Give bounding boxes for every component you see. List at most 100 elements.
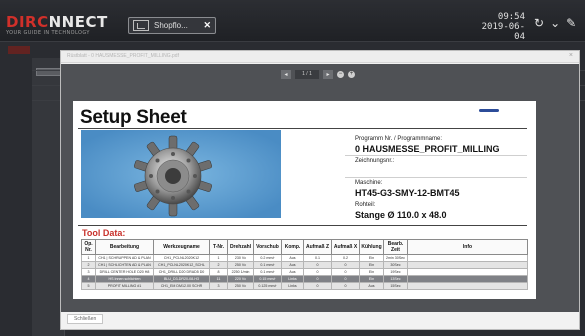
company-logo — [479, 108, 509, 118]
table-cell: CH1 | SCHLICHTEN AD & PLAN — [95, 261, 154, 269]
tool-data-title: Tool Data: — [82, 228, 126, 238]
divider — [78, 225, 527, 226]
column-header: T-Nr. — [209, 239, 228, 255]
part-image — [79, 130, 339, 220]
table-cell: 0.2 mm/r — [253, 254, 282, 262]
raw-material-label: Rohteil: — [355, 202, 376, 208]
table-cell — [407, 275, 528, 283]
chevron-down-icon[interactable]: ⌄ — [550, 16, 560, 30]
table-cell — [407, 261, 528, 269]
clock-time: 09:54 — [497, 12, 525, 22]
clock: 09:54 2019-06-04 — [475, 12, 525, 42]
close-icon[interactable]: ✕ — [203, 20, 211, 31]
table-cell: 8 — [209, 268, 228, 276]
table-cell: 0 — [331, 268, 360, 276]
column-header: Bearb. Zeit — [383, 239, 408, 255]
table-cell: 0 — [331, 275, 360, 283]
modal-header: Rüstblatt - 0 HAUSMESSE_PROFIT_MILLING.p… — [61, 51, 579, 63]
divider — [345, 177, 527, 178]
background-indicator — [8, 46, 30, 54]
divider — [78, 128, 527, 129]
close-icon[interactable]: × — [569, 52, 573, 59]
table-cell: 0 — [303, 268, 332, 276]
table-cell: 230 Vc — [227, 254, 254, 262]
table-cell: 15Sec — [383, 282, 408, 290]
table-cell: Aus — [281, 254, 304, 262]
table-row: 5 PROFIT MILLING #1 CH1_EM DM12.00 SCHR … — [81, 282, 528, 290]
table-cell: CH1_DRILL D20 DRAD5 D0 — [153, 268, 210, 276]
table-cell: 250 Vc — [227, 261, 254, 269]
table-cell: 0 — [303, 275, 332, 283]
table-cell: 0.1 — [303, 254, 332, 262]
table-cell: 3 — [81, 268, 96, 276]
raw-material-value: Stange Ø 110.0 x 48.0 — [355, 210, 447, 220]
column-header: Werkzeugname — [153, 239, 210, 255]
modal-title: Rüstblatt - 0 HAUSMESSE_PROFIT_MILLING.p… — [67, 53, 179, 59]
table-cell: Ein — [359, 275, 384, 283]
column-header: Aufmaß X — [331, 239, 360, 255]
table-cell: Ein — [359, 261, 384, 269]
app-logo: DIRCNNECT — [6, 13, 108, 31]
column-header: Bearbeitung — [95, 239, 154, 255]
setup-sheet-page: Setup Sheet Programm Nr. / Programmname:… — [73, 101, 536, 299]
table-cell: HS Innen schlichten — [95, 275, 154, 283]
table-cell — [407, 254, 528, 262]
table-cell: Aus — [359, 282, 384, 290]
document-modal: Rüstblatt - 0 HAUSMESSE_PROFIT_MILLING.p… — [60, 50, 580, 330]
column-header: Vorschub — [253, 239, 282, 255]
tab-shopfloor[interactable]: Shopflo... ✕ — [128, 17, 216, 34]
viewer-toolbar: ◂ 1 / 1 ▸ − + — [61, 64, 579, 86]
table-cell: CH1_PCLNL2020K12_SCHL — [153, 261, 210, 269]
table-cell: 0.1 mm/r — [253, 261, 282, 269]
column-header: Komp. — [281, 239, 304, 255]
table-cell: 4 — [81, 275, 96, 283]
column-header: Info — [407, 239, 528, 255]
table-cell: BLU_D3-DR20-08-H3 — [153, 275, 210, 283]
machine-label: Maschine: — [355, 180, 383, 186]
table-cell: CH1 | SCHRUPPEN AD & PLAN — [95, 254, 154, 262]
table-row: 1 CH1 | SCHRUPPEN AD & PLAN CH1_PCLNL202… — [81, 254, 528, 262]
drawing-label: Zeichnungsnr.: — [355, 158, 395, 164]
table-cell: 11 — [209, 275, 228, 283]
table-cell: 0 — [331, 261, 360, 269]
machine-name: HT45-G3-SMY-12-BMT45 — [355, 188, 460, 198]
table-cell: 2 — [81, 261, 96, 269]
table-cell: Ein — [359, 268, 384, 276]
close-button[interactable]: Schließen — [67, 314, 104, 324]
table-cell: 0.15 mm/r — [253, 275, 282, 283]
next-page-button[interactable]: ▸ — [323, 70, 333, 79]
table-cell: 13Sec — [383, 275, 408, 283]
presentation-icon — [133, 20, 149, 31]
table-cell: 0.1 mm/r — [253, 268, 282, 276]
table-cell: 0.125 mm/r — [253, 282, 282, 290]
app-tagline: YOUR GUIDE IN TECHNOLOGY — [6, 30, 90, 36]
prev-page-button[interactable]: ◂ — [281, 70, 291, 79]
page-indicator[interactable]: 1 / 1 — [295, 70, 319, 79]
table-row: 2 CH1 | SCHLICHTEN AD & PLAN CH1_PCLNL20… — [81, 261, 528, 269]
table-cell: Ein — [359, 254, 384, 262]
tool-table: Op. Nr. Bearbeitung Werkzeugname T-Nr. D… — [81, 239, 528, 290]
reload-icon[interactable]: ↻ — [534, 16, 544, 30]
zoom-in-button[interactable]: + — [348, 71, 355, 78]
table-cell: DRILL CENTER HOLE D20 H8 — [95, 268, 154, 276]
app-header: DIRCNNECT YOUR GUIDE IN TECHNOLOGY Shopf… — [0, 0, 585, 42]
table-cell: 19Sec — [383, 268, 408, 276]
table-cell: PROFIT MILLING #1 — [95, 282, 154, 290]
edit-icon[interactable]: ✎ — [566, 16, 576, 30]
zoom-out-button[interactable]: − — [337, 71, 344, 78]
tab-label: Shopflo... — [154, 21, 188, 30]
table-cell: 1 — [209, 254, 228, 262]
program-info: Programm Nr. / Programmname: 0 HAUSMESSE… — [339, 130, 527, 222]
program-name: 0 HAUSMESSE_PROFIT_MILLING — [355, 144, 500, 154]
table-cell: 0 — [331, 282, 360, 290]
clock-date: 2019-06-04 — [481, 22, 525, 42]
table-cell: 5 — [81, 282, 96, 290]
column-header: Aufmaß Z — [303, 239, 332, 255]
table-cell: Aus — [281, 261, 304, 269]
table-cell: Links — [281, 282, 304, 290]
table-cell: CH1_PCLNL2020K12 — [153, 254, 210, 262]
table-cell: 0 — [303, 282, 332, 290]
column-header: Drehzahl — [227, 239, 254, 255]
part-render-image — [81, 130, 281, 218]
table-cell: 1 — [81, 254, 96, 262]
